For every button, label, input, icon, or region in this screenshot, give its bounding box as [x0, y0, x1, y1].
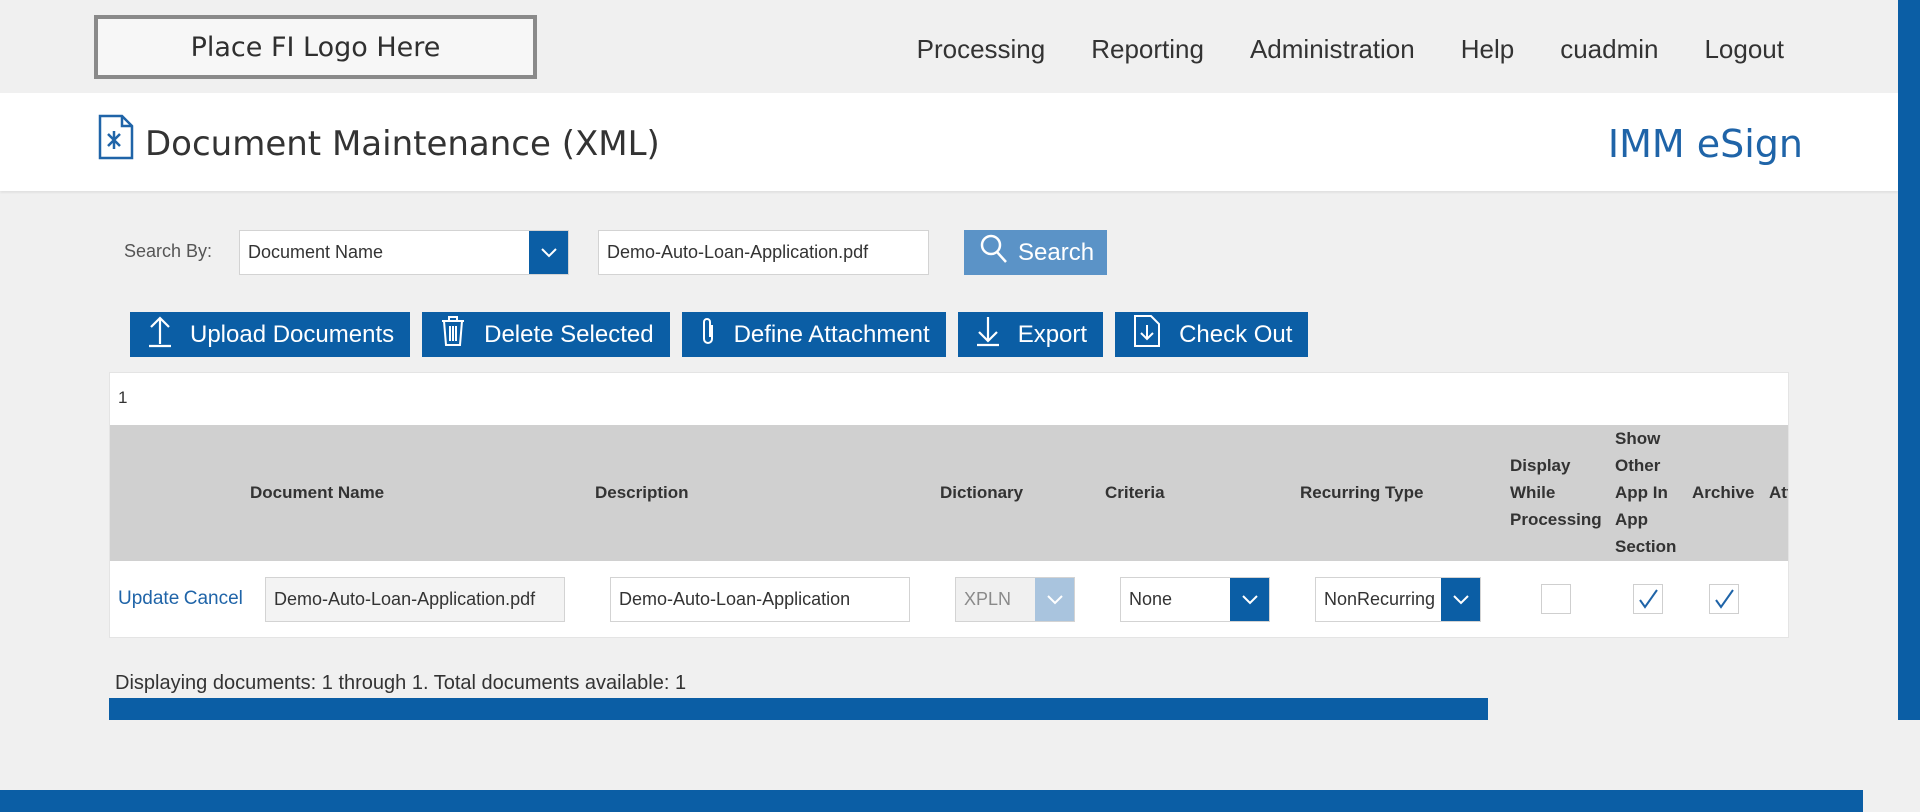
- description-field[interactable]: [610, 577, 910, 622]
- header-line: While: [1510, 483, 1556, 502]
- header-dictionary[interactable]: Dictionary: [940, 479, 1023, 506]
- fi-logo: Place FI Logo Here: [94, 15, 537, 79]
- dictionary-select: XPLN: [955, 577, 1075, 622]
- show-other-app-checkbox[interactable]: [1633, 584, 1663, 614]
- recurring-type-select[interactable]: NonRecurring: [1315, 577, 1481, 622]
- export-button[interactable]: Export: [957, 312, 1104, 357]
- search-field-value: Document Name: [248, 242, 384, 262]
- nav-help[interactable]: Help: [1461, 34, 1514, 65]
- action-toolbar: Upload Documents Delete Selected Define …: [130, 312, 1309, 357]
- document-edit-icon: [98, 114, 134, 165]
- header-line: Section: [1615, 537, 1677, 556]
- header-description[interactable]: Description: [595, 479, 689, 506]
- header-criteria[interactable]: Criteria: [1105, 479, 1165, 506]
- header-line: Display: [1510, 456, 1571, 475]
- page-title: Document Maintenance (XML): [145, 124, 660, 164]
- chevron-down-icon: [1035, 578, 1074, 621]
- archive-checkbox[interactable]: [1709, 584, 1739, 614]
- page-number[interactable]: 1: [118, 388, 127, 408]
- header-archive[interactable]: Archive: [1692, 479, 1754, 506]
- paperclip-icon: [700, 315, 716, 354]
- page-footer: [0, 790, 1863, 812]
- header-recurring-type[interactable]: Recurring Type: [1300, 479, 1423, 506]
- upload-documents-button[interactable]: Upload Documents: [130, 312, 411, 357]
- search-field-select[interactable]: Document Name: [239, 230, 569, 275]
- search-icon: [980, 234, 1008, 271]
- delete-selected-button[interactable]: Delete Selected: [422, 312, 670, 357]
- document-name-field[interactable]: [265, 577, 565, 622]
- table-row-actions: Update Cancel: [118, 588, 243, 610]
- nav-logout[interactable]: Logout: [1704, 34, 1784, 65]
- search-button-label: Search: [1018, 238, 1095, 266]
- nav-reporting[interactable]: Reporting: [1091, 34, 1204, 65]
- header-line: Other: [1615, 456, 1661, 475]
- nav-processing[interactable]: Processing: [917, 34, 1046, 65]
- header-show-other-app[interactable]: Show Other App In App Section: [1615, 425, 1676, 560]
- search-input[interactable]: [598, 230, 929, 275]
- brand-name: IMM eSign: [1607, 122, 1803, 166]
- header-line: App In: [1615, 483, 1668, 502]
- chevron-down-icon[interactable]: [529, 231, 568, 274]
- results-summary: Displaying documents: 1 through 1. Total…: [115, 672, 687, 694]
- dictionary-value: XPLN: [964, 589, 1012, 609]
- criteria-select[interactable]: None: [1120, 577, 1270, 622]
- scrollbar[interactable]: [1898, 0, 1920, 720]
- check-out-button[interactable]: Check Out: [1115, 312, 1309, 357]
- trash-icon: [440, 315, 466, 354]
- recurring-type-value: NonRecurring: [1324, 589, 1436, 609]
- header-display-while-processing[interactable]: Display While Processing: [1510, 452, 1602, 533]
- search-by-label: Search By:: [124, 241, 213, 261]
- cancel-link[interactable]: Cancel: [184, 588, 243, 609]
- header-line: Show: [1615, 429, 1661, 448]
- define-attachment-button[interactable]: Define Attachment: [681, 312, 946, 357]
- chevron-down-icon[interactable]: [1230, 578, 1269, 621]
- chevron-down-icon[interactable]: [1441, 578, 1480, 621]
- header-document-name[interactable]: Document Name: [250, 479, 384, 506]
- search-button[interactable]: Search: [964, 230, 1107, 275]
- grid-footer-bar: [109, 698, 1488, 720]
- checkmark-icon: [1715, 589, 1734, 609]
- nav-administration[interactable]: Administration: [1250, 34, 1415, 65]
- update-link[interactable]: Update: [118, 588, 179, 609]
- check-out-label: Check Out: [1179, 320, 1293, 348]
- delete-selected-label: Delete Selected: [484, 320, 654, 348]
- display-while-processing-checkbox[interactable]: [1541, 584, 1571, 614]
- nav-user[interactable]: cuadmin: [1560, 34, 1658, 65]
- header-line: App: [1615, 510, 1649, 529]
- criteria-value: None: [1129, 589, 1173, 609]
- upload-icon: [148, 314, 172, 355]
- upload-documents-label: Upload Documents: [190, 320, 395, 348]
- define-attachment-label: Define Attachment: [733, 320, 930, 348]
- download-icon: [976, 315, 1000, 354]
- logo-text: Place FI Logo Here: [190, 31, 441, 63]
- main-nav: Processing Reporting Administration Help…: [917, 34, 1784, 65]
- checkmark-icon: [1639, 589, 1658, 609]
- header-line: Processing: [1510, 510, 1602, 529]
- header-attachment[interactable]: Att: [1769, 479, 1788, 506]
- document-download-icon: [1133, 314, 1161, 355]
- export-label: Export: [1017, 320, 1088, 348]
